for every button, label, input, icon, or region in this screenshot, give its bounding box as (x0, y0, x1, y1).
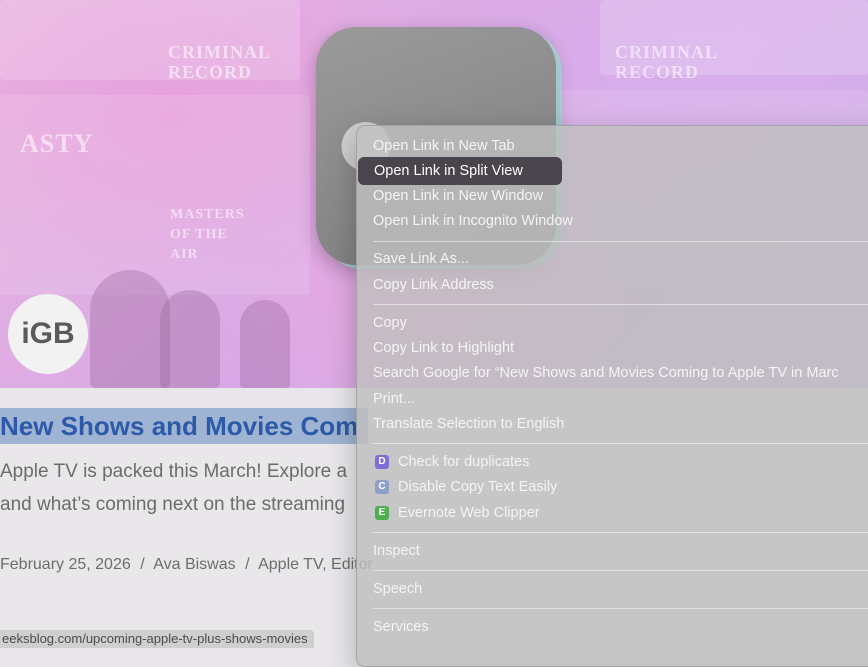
menu-item-label: Print... (373, 390, 415, 407)
menu-item-label: Copy (373, 314, 407, 331)
menu-separator (373, 531, 868, 533)
article-author-link[interactable]: Ava Biswas (153, 556, 235, 573)
menu-item-label: Search Google for “New Shows and Movies … (373, 365, 839, 382)
igb-logo[interactable]: iGB (8, 294, 88, 374)
meta-separator: / (140, 556, 145, 573)
meta-separator: / (245, 556, 250, 573)
menu-item-label: Copy Link Address (373, 276, 494, 293)
duplicates-extension-icon: D (375, 454, 389, 469)
excerpt-line: and what’s coming next on the streaming (0, 494, 346, 515)
article-title-link[interactable]: New Shows and Movies Com (0, 408, 369, 444)
menu-item-label: Translate Selection to English (373, 415, 565, 432)
menu-item-label: Open Link in New Tab (373, 137, 515, 154)
evernote-icon: E (375, 505, 389, 520)
menu-separator (373, 303, 868, 305)
menu-item-open-link-in-split-view[interactable]: Open Link in Split View (358, 156, 562, 185)
menu-separator (373, 443, 868, 445)
menu-separator (373, 240, 868, 242)
menu-separator (373, 607, 868, 609)
menu-item-label: Disable Copy Text Easily (398, 479, 558, 496)
menu-item-label: Check for duplicates (398, 453, 530, 470)
menu-item-label: Open Link in Split View (374, 162, 523, 179)
menu-item-label: Open Link in New Window (373, 188, 544, 205)
article-meta: February 25, 2026 / Ava Biswas / Apple T… (0, 556, 373, 574)
menu-separator (373, 569, 868, 571)
menu-item-label: Save Link As... (373, 251, 469, 268)
person-figure (160, 290, 220, 388)
menu-item-label: Open Link in Incognito Window (373, 213, 573, 230)
person-figure (90, 270, 170, 388)
menu-item-label: Services (373, 618, 429, 635)
copy-text-extension-icon: C (375, 480, 389, 495)
poster-text: CRIMINAL RECORD (615, 42, 718, 82)
menu-item-label: Speech (373, 580, 423, 597)
menu-item-label: Copy Link to Highlight (373, 340, 515, 356)
person-figure (240, 300, 290, 388)
excerpt-line: Apple TV is packed this March! Explore a (0, 461, 348, 482)
poster-text: MASTERS OF THE AIR (170, 207, 245, 262)
article-excerpt: Apple TV is packed this March! Explore a… (0, 455, 360, 521)
menu-item-label: Evernote Web Clipper (398, 504, 540, 521)
menu-item-label: Inspect (373, 542, 420, 559)
poster-text: CRIMINAL RECORD (168, 42, 271, 82)
article-date: February 25, 2026 (0, 556, 131, 573)
context-menu: Open Link in New Tab Open Link in Split V… (356, 125, 868, 667)
poster-text: ASTY (20, 129, 94, 158)
status-bar-url: eeksblog.com/upcoming-apple-tv-plus-show… (0, 630, 314, 648)
